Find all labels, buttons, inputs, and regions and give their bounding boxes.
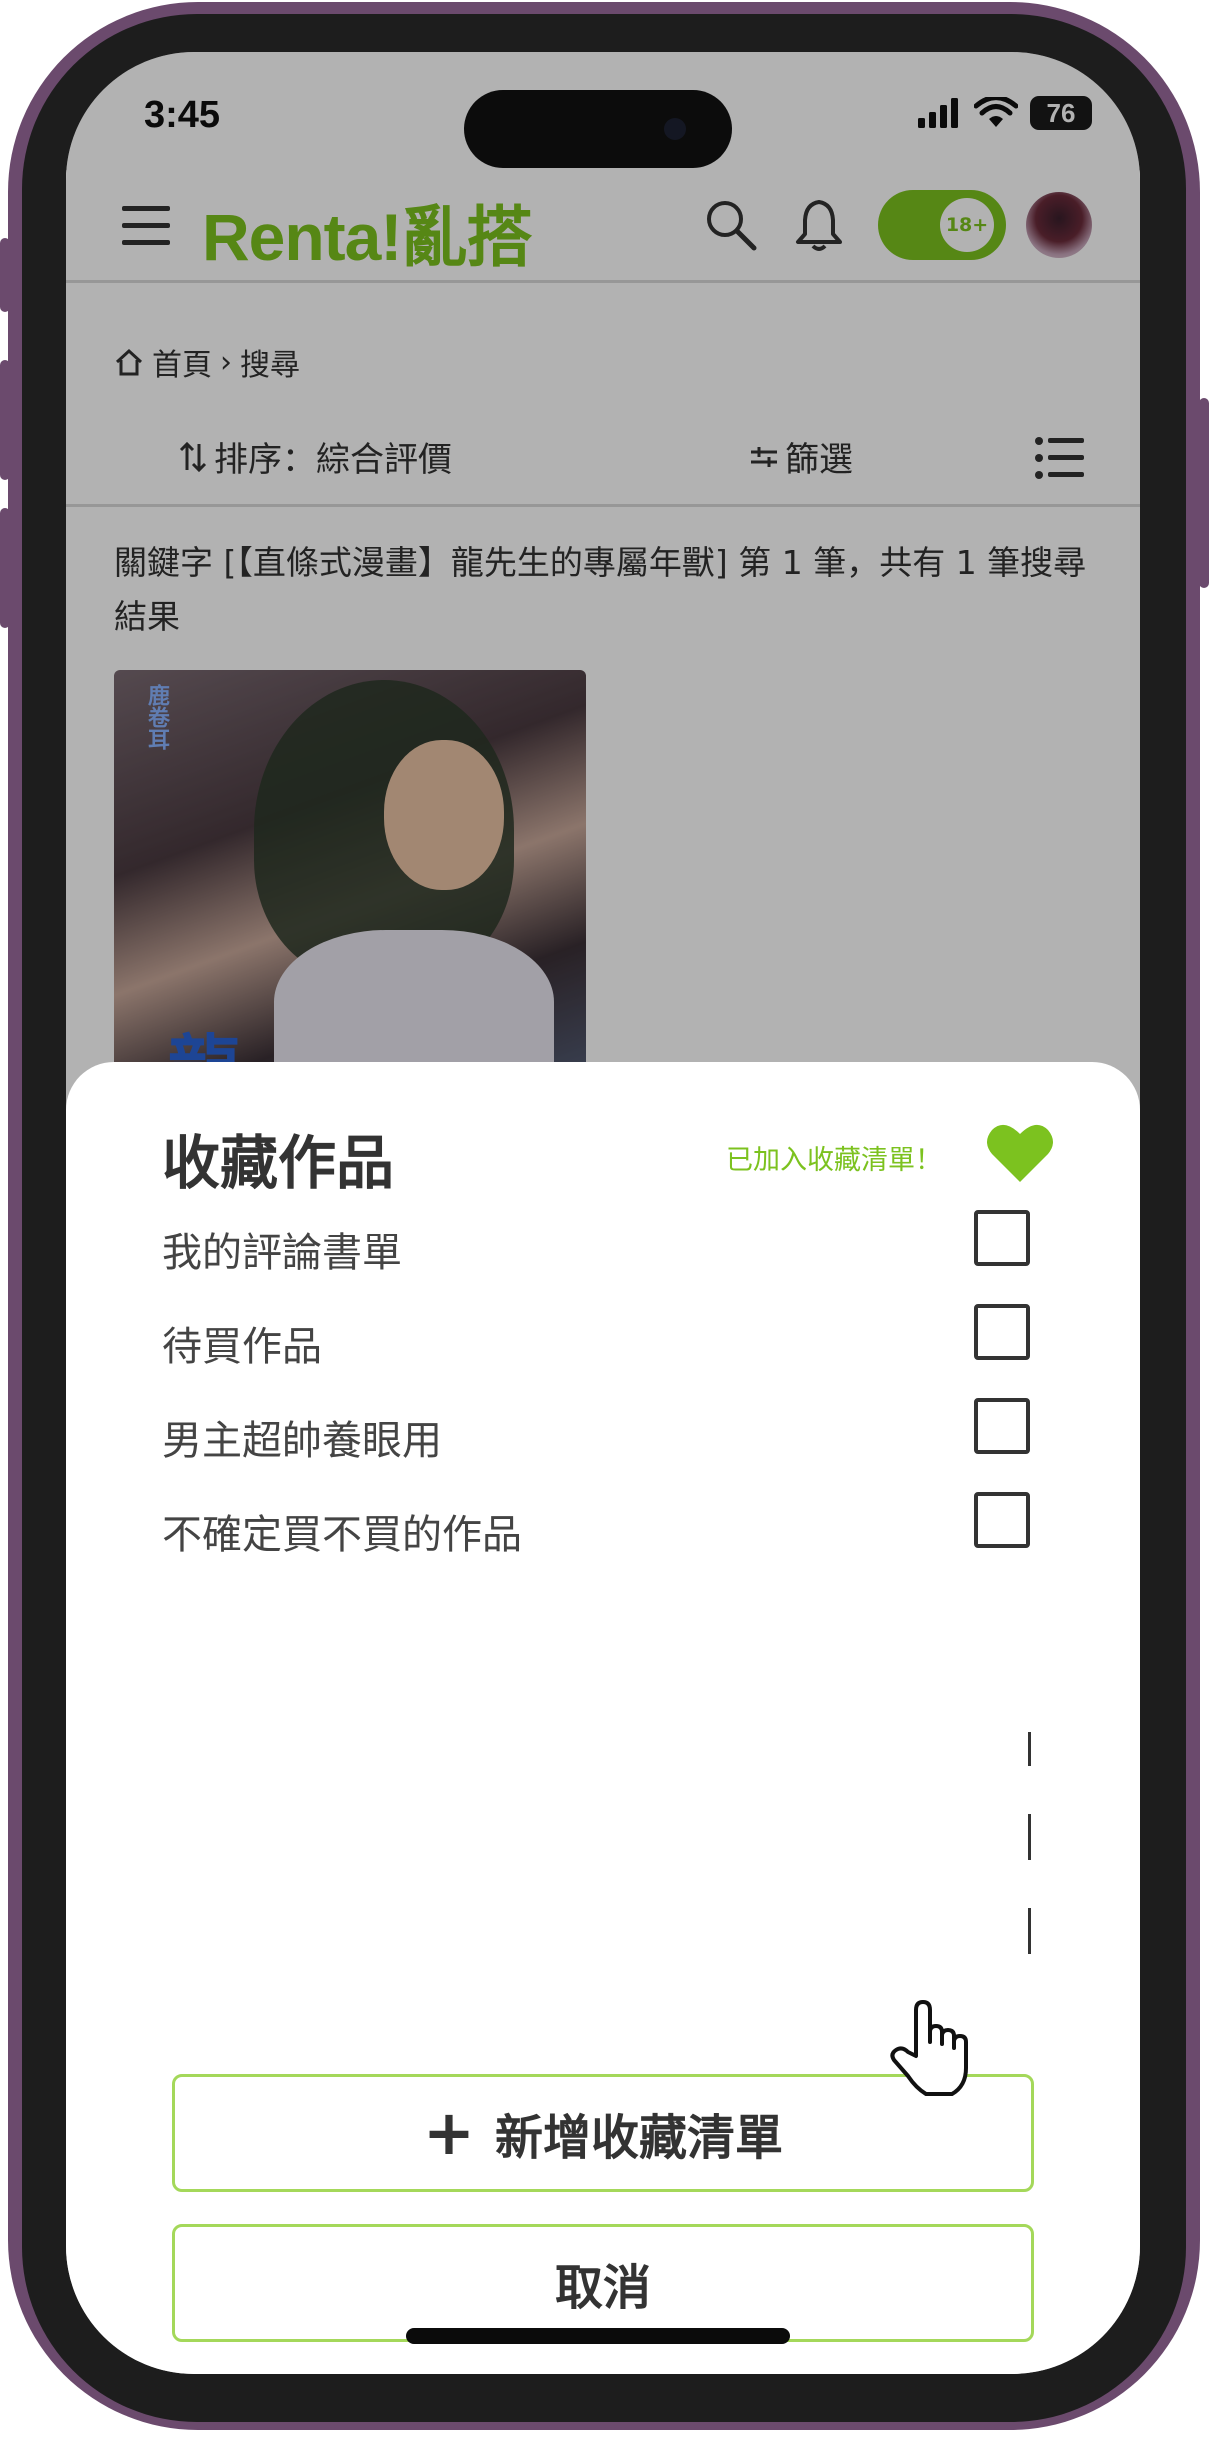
favorite-list-row[interactable]: 男主超帥養眼用 [162,1398,1062,1468]
favorite-bottom-sheet: 收藏作品 已加入收藏清單！ 我的評論書單 待買作品 男主超帥養眼用 不確定買不買… [66,1062,1140,2374]
power-button [1199,398,1209,588]
volume-up-button [0,360,10,480]
scrollbar-segment[interactable] [1028,1908,1031,1954]
favorite-list-label: 我的評論書單 [162,1230,402,1276]
favorite-list-checkbox[interactable] [974,1304,1030,1360]
cancel-label: 取消 [554,2260,651,2316]
heart-icon[interactable] [984,1120,1056,1186]
favorite-list-checkbox[interactable] [974,1492,1030,1548]
favorite-list-row[interactable]: 不確定買不買的作品 [162,1492,1062,1562]
favorite-list-label: 男主超帥養眼用 [162,1418,442,1464]
cancel-button[interactable]: 取消 [172,2224,1034,2342]
plus-icon: + [423,2096,475,2169]
scrollbar-segment[interactable] [1028,1814,1031,1860]
favorite-list-checkbox[interactable] [974,1398,1030,1454]
added-message: 已加入收藏清單！ [726,1145,942,1176]
home-indicator[interactable] [406,2328,790,2344]
favorite-list-checkbox[interactable] [974,1210,1030,1266]
add-list-label: 新增收藏清單 [494,2110,783,2166]
volume-down-button [0,508,10,628]
favorite-list-row[interactable]: 我的評論書單 [162,1210,1062,1280]
favorite-list-label: 待買作品 [162,1324,322,1370]
phone-screen: 3:45 76 Renta!亂搭 18+ 首頁 › 搜尋 排序：綜合評價 篩選 … [66,52,1140,2374]
favorite-list-label: 不確定買不買的作品 [162,1512,522,1558]
action-button [0,238,10,312]
sheet-title: 收藏作品 [162,1129,395,1197]
hand-cursor-icon [890,2000,968,2096]
favorite-list-row[interactable]: 待買作品 [162,1304,1062,1374]
scrollbar-segment[interactable] [1028,1732,1031,1766]
